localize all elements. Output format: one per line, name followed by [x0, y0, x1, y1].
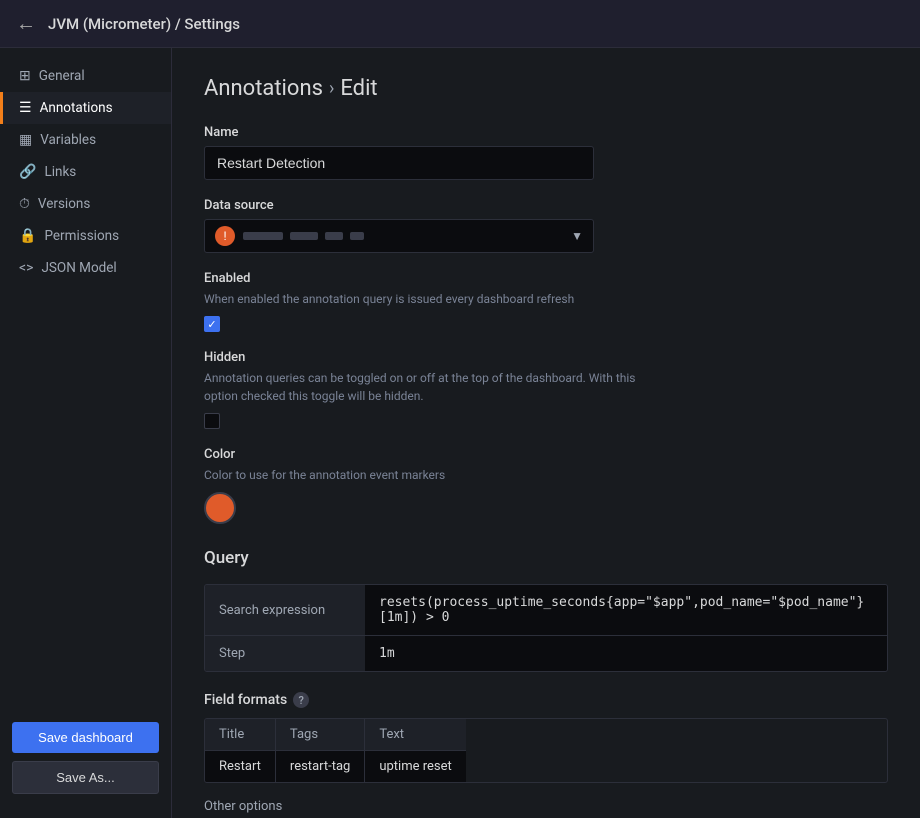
general-icon: ⊞	[19, 68, 31, 84]
datasource-section: Data source ! ▼	[204, 198, 888, 253]
query-heading: Query	[204, 548, 888, 568]
annotations-icon: ☰	[19, 100, 32, 116]
formats-table: Title Restart Tags restart-tag Text upti…	[204, 718, 888, 783]
help-icon[interactable]: ?	[293, 692, 309, 708]
name-input[interactable]	[204, 146, 594, 180]
breadcrumb-separator: ›	[329, 78, 334, 99]
format-val-title[interactable]: Restart	[205, 751, 276, 782]
sidebar-label-versions: Versions	[38, 196, 90, 212]
hidden-label: Hidden	[204, 350, 888, 365]
sidebar: ⊞ General ☰ Annotations ▦ Variables 🔗 Li…	[0, 48, 172, 818]
enabled-desc: When enabled the annotation query is iss…	[204, 290, 664, 308]
format-col-text: Text uptime reset	[365, 719, 465, 782]
top-bar: ← JVM (Micrometer) / Settings	[0, 0, 920, 48]
hidden-section: Hidden Annotation queries can be toggled…	[204, 350, 888, 429]
query-val-search[interactable]: resets(process_uptime_seconds{app="$app"…	[365, 585, 887, 635]
back-icon[interactable]: ←	[16, 11, 36, 36]
links-icon: 🔗	[19, 164, 36, 180]
sidebar-item-permissions[interactable]: 🔒 Permissions	[0, 220, 171, 252]
color-label: Color	[204, 447, 888, 462]
hidden-desc: Annotation queries can be toggled on or …	[204, 369, 664, 405]
versions-icon: ⏱	[19, 196, 30, 212]
query-val-step[interactable]: 1m	[365, 636, 887, 671]
hidden-checkbox[interactable]	[204, 413, 220, 429]
name-section: Name	[204, 125, 888, 180]
other-options-section: Other options Series value as timestamp …	[204, 799, 888, 818]
field-formats-title: Field formats ?	[204, 692, 888, 708]
name-label: Name	[204, 125, 888, 140]
sidebar-label-general: General	[39, 68, 85, 84]
color-desc: Color to use for the annotation event ma…	[204, 466, 664, 484]
color-picker[interactable]	[204, 492, 236, 524]
save-as-button[interactable]: Save As...	[12, 761, 159, 794]
sidebar-item-annotations[interactable]: ☰ Annotations	[0, 92, 171, 124]
enabled-label: Enabled	[204, 271, 888, 286]
format-val-tags[interactable]: restart-tag	[276, 751, 365, 782]
sidebar-label-links: Links	[44, 164, 76, 180]
format-col-tags: Tags restart-tag	[276, 719, 365, 782]
query-table: Search expression resets(process_uptime_…	[204, 584, 888, 672]
breadcrumb-base: Annotations	[204, 76, 323, 101]
format-header-title: Title	[205, 719, 276, 751]
query-key-step: Step	[205, 636, 365, 671]
save-dashboard-button[interactable]: Save dashboard	[12, 722, 159, 753]
query-row-step: Step 1m	[205, 636, 887, 671]
breadcrumb: Annotations › Edit	[204, 76, 888, 101]
json-model-icon: <>	[19, 260, 33, 276]
sidebar-label-annotations: Annotations	[40, 100, 113, 116]
enabled-section: Enabled When enabled the annotation quer…	[204, 271, 888, 332]
sidebar-item-variables[interactable]: ▦ Variables	[0, 124, 171, 156]
enabled-checkbox[interactable]: ✓	[204, 316, 220, 332]
other-options-title: Other options	[204, 799, 888, 814]
datasource-left: !	[215, 226, 364, 246]
sidebar-item-links[interactable]: 🔗 Links	[0, 156, 171, 188]
sidebar-item-versions[interactable]: ⏱ Versions	[0, 188, 171, 220]
format-header-text: Text	[365, 719, 465, 751]
field-formats-section: Field formats ? Title Restart Tags resta…	[204, 692, 888, 783]
main-content: Annotations › Edit Name Data source !	[172, 48, 920, 818]
datasource-icon: !	[215, 226, 235, 246]
query-row-search: Search expression resets(process_uptime_…	[205, 585, 887, 636]
format-col-title: Title Restart	[205, 719, 276, 782]
breadcrumb-page: Edit	[340, 76, 377, 101]
query-section: Query Search expression resets(process_u…	[204, 548, 888, 672]
sidebar-label-json-model: JSON Model	[41, 260, 116, 276]
datasource-select[interactable]: ! ▼	[204, 219, 594, 253]
format-val-text[interactable]: uptime reset	[365, 751, 465, 782]
sidebar-label-permissions: Permissions	[44, 228, 119, 244]
sidebar-item-general[interactable]: ⊞ General	[0, 60, 171, 92]
sidebar-label-variables: Variables	[40, 132, 96, 148]
permissions-icon: 🔒	[19, 228, 36, 244]
query-key-search: Search expression	[205, 585, 365, 635]
page-title: JVM (Micrometer) / Settings	[48, 15, 240, 33]
format-header-tags: Tags	[276, 719, 365, 751]
sidebar-item-json-model[interactable]: <> JSON Model	[0, 252, 171, 284]
datasource-placeholder	[243, 232, 364, 240]
datasource-label: Data source	[204, 198, 888, 213]
variables-icon: ▦	[19, 132, 32, 148]
chevron-down-icon: ▼	[571, 229, 583, 243]
color-section: Color Color to use for the annotation ev…	[204, 447, 888, 524]
